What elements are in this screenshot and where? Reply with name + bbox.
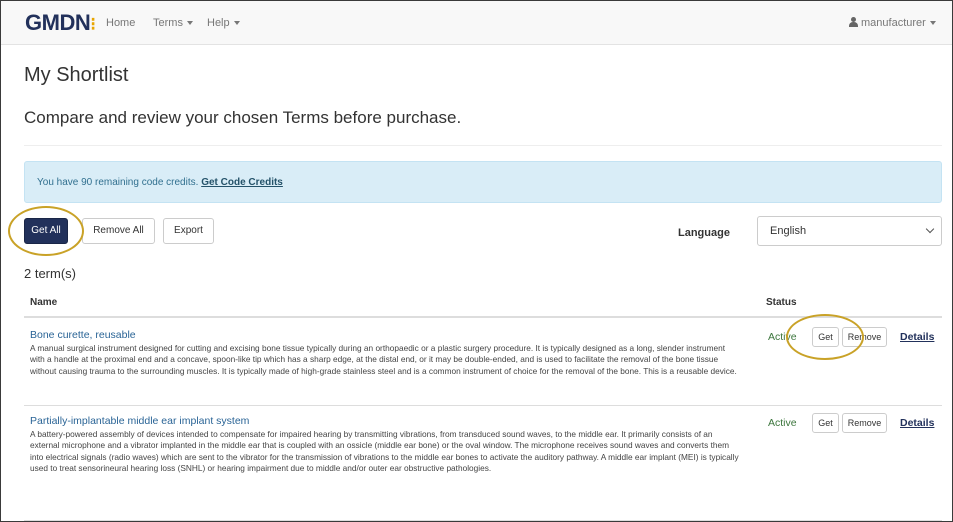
term-description: A battery-powered assembly of devices in… xyxy=(30,429,739,473)
term-description: A manual surgical instrument designed fo… xyxy=(30,343,737,376)
nav-home[interactable]: Home xyxy=(106,17,135,29)
column-header-name: Name xyxy=(30,297,58,308)
language-selected-value: English xyxy=(770,225,807,237)
alert-text: You have 90 remaining code credits. xyxy=(37,177,199,188)
row-divider xyxy=(24,520,942,521)
remove-button[interactable]: Remove xyxy=(842,413,887,433)
remove-all-button[interactable]: Remove All xyxy=(82,218,155,244)
top-navbar: GMDN⁝ Home Terms Help manufacturer xyxy=(1,1,952,45)
nav-terms-dropdown[interactable]: Terms xyxy=(153,17,193,29)
user-icon xyxy=(849,17,858,27)
details-link[interactable]: Details xyxy=(900,331,934,343)
user-menu-dropdown[interactable]: manufacturer xyxy=(849,17,936,29)
status-badge: Active xyxy=(768,417,797,429)
caret-down-icon xyxy=(929,21,936,26)
get-button[interactable]: Get xyxy=(812,413,839,433)
language-label: Language xyxy=(678,227,730,239)
caret-down-icon xyxy=(233,21,240,26)
language-select[interactable]: English xyxy=(757,216,942,246)
column-header-status: Status xyxy=(766,297,797,308)
get-code-credits-link[interactable]: Get Code Credits xyxy=(201,177,283,188)
page-subtitle: Compare and review your chosen Terms bef… xyxy=(24,108,462,127)
remove-button[interactable]: Remove xyxy=(842,327,887,347)
term-count: 2 term(s) xyxy=(24,266,76,281)
gmdn-logo[interactable]: GMDN⁝ xyxy=(25,10,96,36)
details-link[interactable]: Details xyxy=(900,417,934,429)
chevron-down-icon xyxy=(925,224,935,234)
get-button[interactable]: Get xyxy=(812,327,839,347)
row-divider xyxy=(24,405,942,406)
logo-dots: ⁝ xyxy=(90,14,96,34)
status-badge: Active xyxy=(768,331,797,343)
export-button[interactable]: Export xyxy=(163,218,214,244)
page-title: My Shortlist xyxy=(24,64,129,86)
divider xyxy=(24,145,942,146)
term-name[interactable]: Partially-implantable middle ear implant… xyxy=(30,415,249,427)
term-name[interactable]: Bone curette, reusable xyxy=(30,329,136,341)
get-all-button[interactable]: Get All xyxy=(24,218,68,244)
credits-alert: You have 90 remaining code credits. Get … xyxy=(24,161,942,203)
caret-down-icon xyxy=(186,21,193,26)
table-header-divider xyxy=(24,316,942,318)
nav-help-dropdown[interactable]: Help xyxy=(207,17,240,29)
